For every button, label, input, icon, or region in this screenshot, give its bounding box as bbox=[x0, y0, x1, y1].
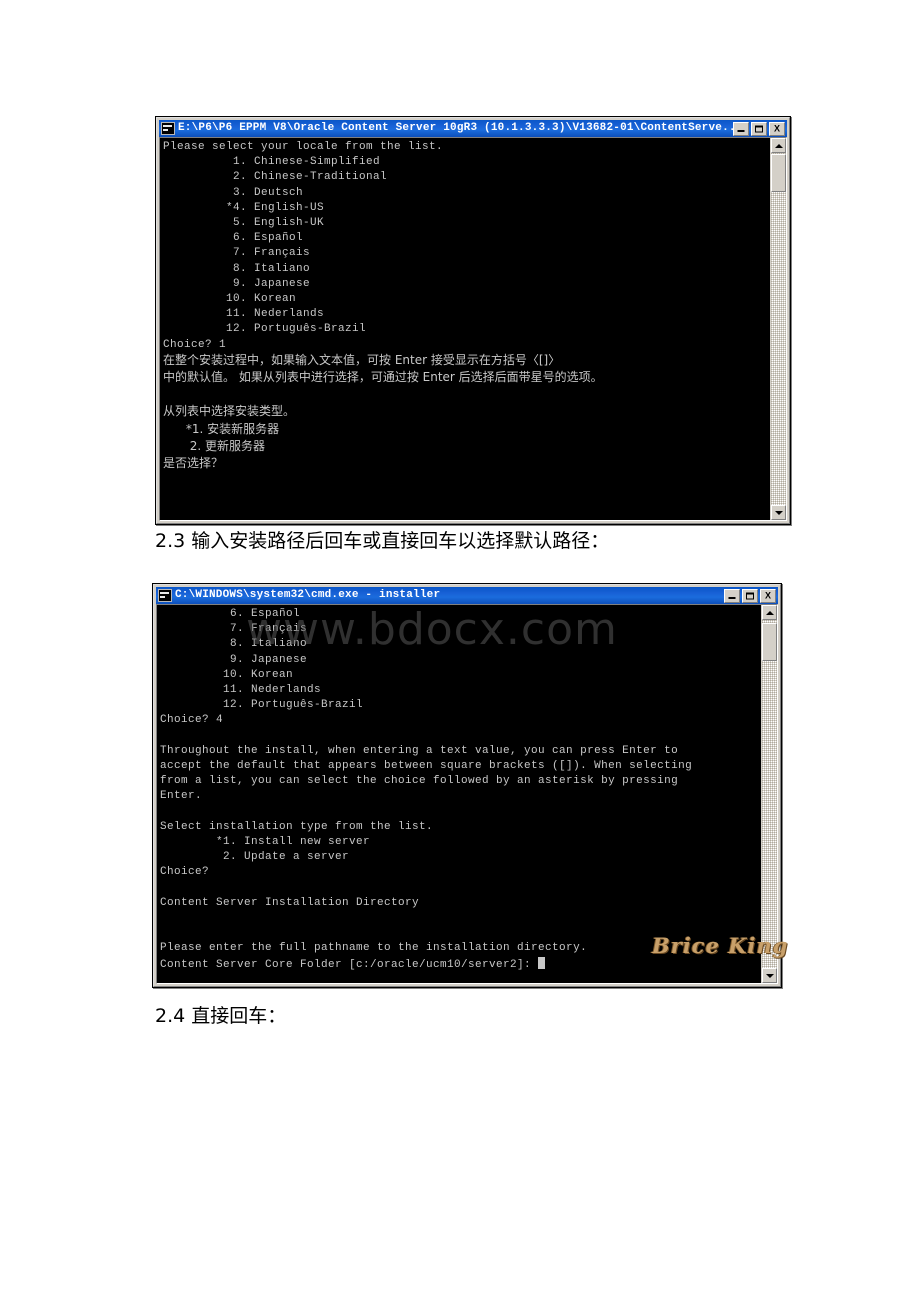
maximize-button[interactable] bbox=[751, 121, 767, 136]
minimize-button[interactable] bbox=[733, 121, 749, 136]
close-button[interactable]: X bbox=[760, 588, 776, 603]
console-output-locale: Please select your locale from the list.… bbox=[160, 138, 770, 520]
close-icon: X bbox=[773, 123, 781, 133]
console-output-installer: 6. Español 7. Français 8. Italiano 9. Ja… bbox=[157, 605, 761, 983]
scroll-thumb[interactable] bbox=[762, 623, 777, 661]
scroll-up-arrow[interactable] bbox=[762, 605, 777, 620]
close-button[interactable]: X bbox=[769, 121, 785, 136]
vertical-scrollbar[interactable] bbox=[761, 605, 777, 983]
console-icon bbox=[158, 589, 172, 602]
console-area[interactable]: 6. Español 7. Français 8. Italiano 9. Ja… bbox=[156, 604, 778, 984]
section-heading-2-4: 2.4 直接回车： bbox=[155, 1005, 287, 1027]
window-frame: E:\P6\P6 EPPM V8\Oracle Content Server 1… bbox=[156, 117, 790, 524]
window-title: E:\P6\P6 EPPM V8\Oracle Content Server 1… bbox=[178, 122, 733, 134]
console-window-locale[interactable]: E:\P6\P6 EPPM V8\Oracle Content Server 1… bbox=[155, 116, 791, 525]
console-text-english: Please select your locale from the list.… bbox=[163, 141, 444, 351]
window-title: C:\WINDOWS\system32\cmd.exe - installer bbox=[175, 589, 441, 601]
vertical-scrollbar[interactable] bbox=[770, 138, 786, 520]
console-window-installer[interactable]: C:\WINDOWS\system32\cmd.exe - installer … bbox=[152, 583, 782, 988]
scroll-down-arrow[interactable] bbox=[771, 505, 786, 520]
scroll-down-arrow[interactable] bbox=[762, 968, 777, 983]
titlebar[interactable]: E:\P6\P6 EPPM V8\Oracle Content Server 1… bbox=[159, 120, 787, 137]
scroll-up-arrow[interactable] bbox=[771, 138, 786, 153]
window-frame: C:\WINDOWS\system32\cmd.exe - installer … bbox=[153, 584, 781, 987]
maximize-button[interactable] bbox=[742, 588, 758, 603]
document-page: E:\P6\P6 EPPM V8\Oracle Content Server 1… bbox=[0, 0, 920, 1302]
text-cursor bbox=[538, 956, 546, 969]
scroll-thumb[interactable] bbox=[771, 154, 786, 192]
window-buttons: X bbox=[724, 588, 777, 603]
window-buttons: X bbox=[733, 121, 786, 136]
close-icon: X bbox=[764, 590, 772, 600]
console-text-chinese: 在整个安装过程中，如果输入文本值，可按 Enter 接受显示在方括号〈[]〉 中… bbox=[163, 352, 603, 471]
console-icon bbox=[161, 122, 175, 135]
console-area[interactable]: Please select your locale from the list.… bbox=[159, 137, 787, 521]
console-text-body: 6. Español 7. Français 8. Italiano 9. Ja… bbox=[160, 608, 693, 971]
minimize-button[interactable] bbox=[724, 588, 740, 603]
section-heading-2-3: 2.3 输入安装路径后回车或直接回车以选择默认路径： bbox=[155, 530, 610, 552]
titlebar[interactable]: C:\WINDOWS\system32\cmd.exe - installer … bbox=[156, 587, 778, 604]
